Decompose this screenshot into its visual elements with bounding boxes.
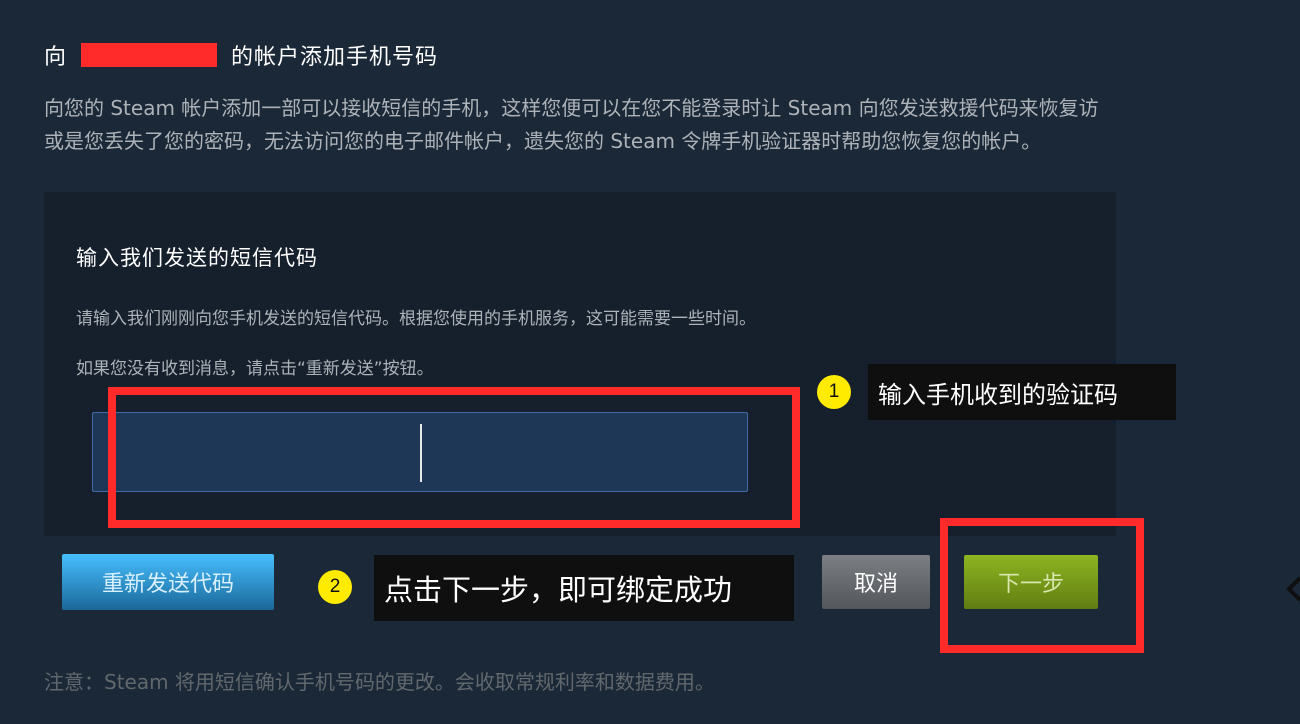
panel-description: 请输入我们刚刚向您手机发送的短信代码。根据您使用的手机服务，这可能需要一些时间。 bbox=[76, 309, 756, 329]
step-1-callout: 输入手机收到的验证码 bbox=[868, 364, 1176, 420]
intro-text: 向您的 Steam 帐户添加一部可以接收短信的手机，这样您便可以在您不能登录时让… bbox=[44, 92, 1300, 158]
resend-code-button[interactable]: 重新发送代码 bbox=[62, 554, 274, 610]
annotation-highlight-input bbox=[108, 387, 800, 528]
resend-hint: 如果您没有收到消息，请点击“重新发送”按钮。 bbox=[76, 359, 434, 379]
redacted-account-name bbox=[81, 43, 218, 67]
panel-heading: 输入我们发送的短信代码 bbox=[76, 246, 318, 270]
step-1-badge: 1 bbox=[817, 375, 851, 409]
footer-note: 注意：Steam 将用短信确认手机号码的更改。会收取常规利率和数据费用。 bbox=[44, 670, 715, 694]
step-2-badge: 2 bbox=[318, 570, 352, 604]
title-suffix: 的帐户添加手机号码 bbox=[231, 45, 439, 70]
intro-line-1: 向您的 Steam 帐户添加一部可以接收短信的手机，这样您便可以在您不能登录时让… bbox=[44, 96, 1099, 120]
page-title: 向 的帐户添加手机号码 bbox=[44, 40, 438, 70]
cancel-button[interactable]: 取消 bbox=[822, 555, 930, 609]
annotation-highlight-next bbox=[940, 518, 1144, 653]
intro-line-2: 或是您丢失了您的密码，无法访问您的电子邮件帐户，遗失您的 Steam 令牌手机验… bbox=[44, 129, 1042, 153]
annotation-arrow-icon bbox=[1286, 576, 1300, 602]
title-prefix: 向 bbox=[44, 45, 68, 70]
step-2-callout: 点击下一步，即可绑定成功 bbox=[374, 555, 794, 621]
